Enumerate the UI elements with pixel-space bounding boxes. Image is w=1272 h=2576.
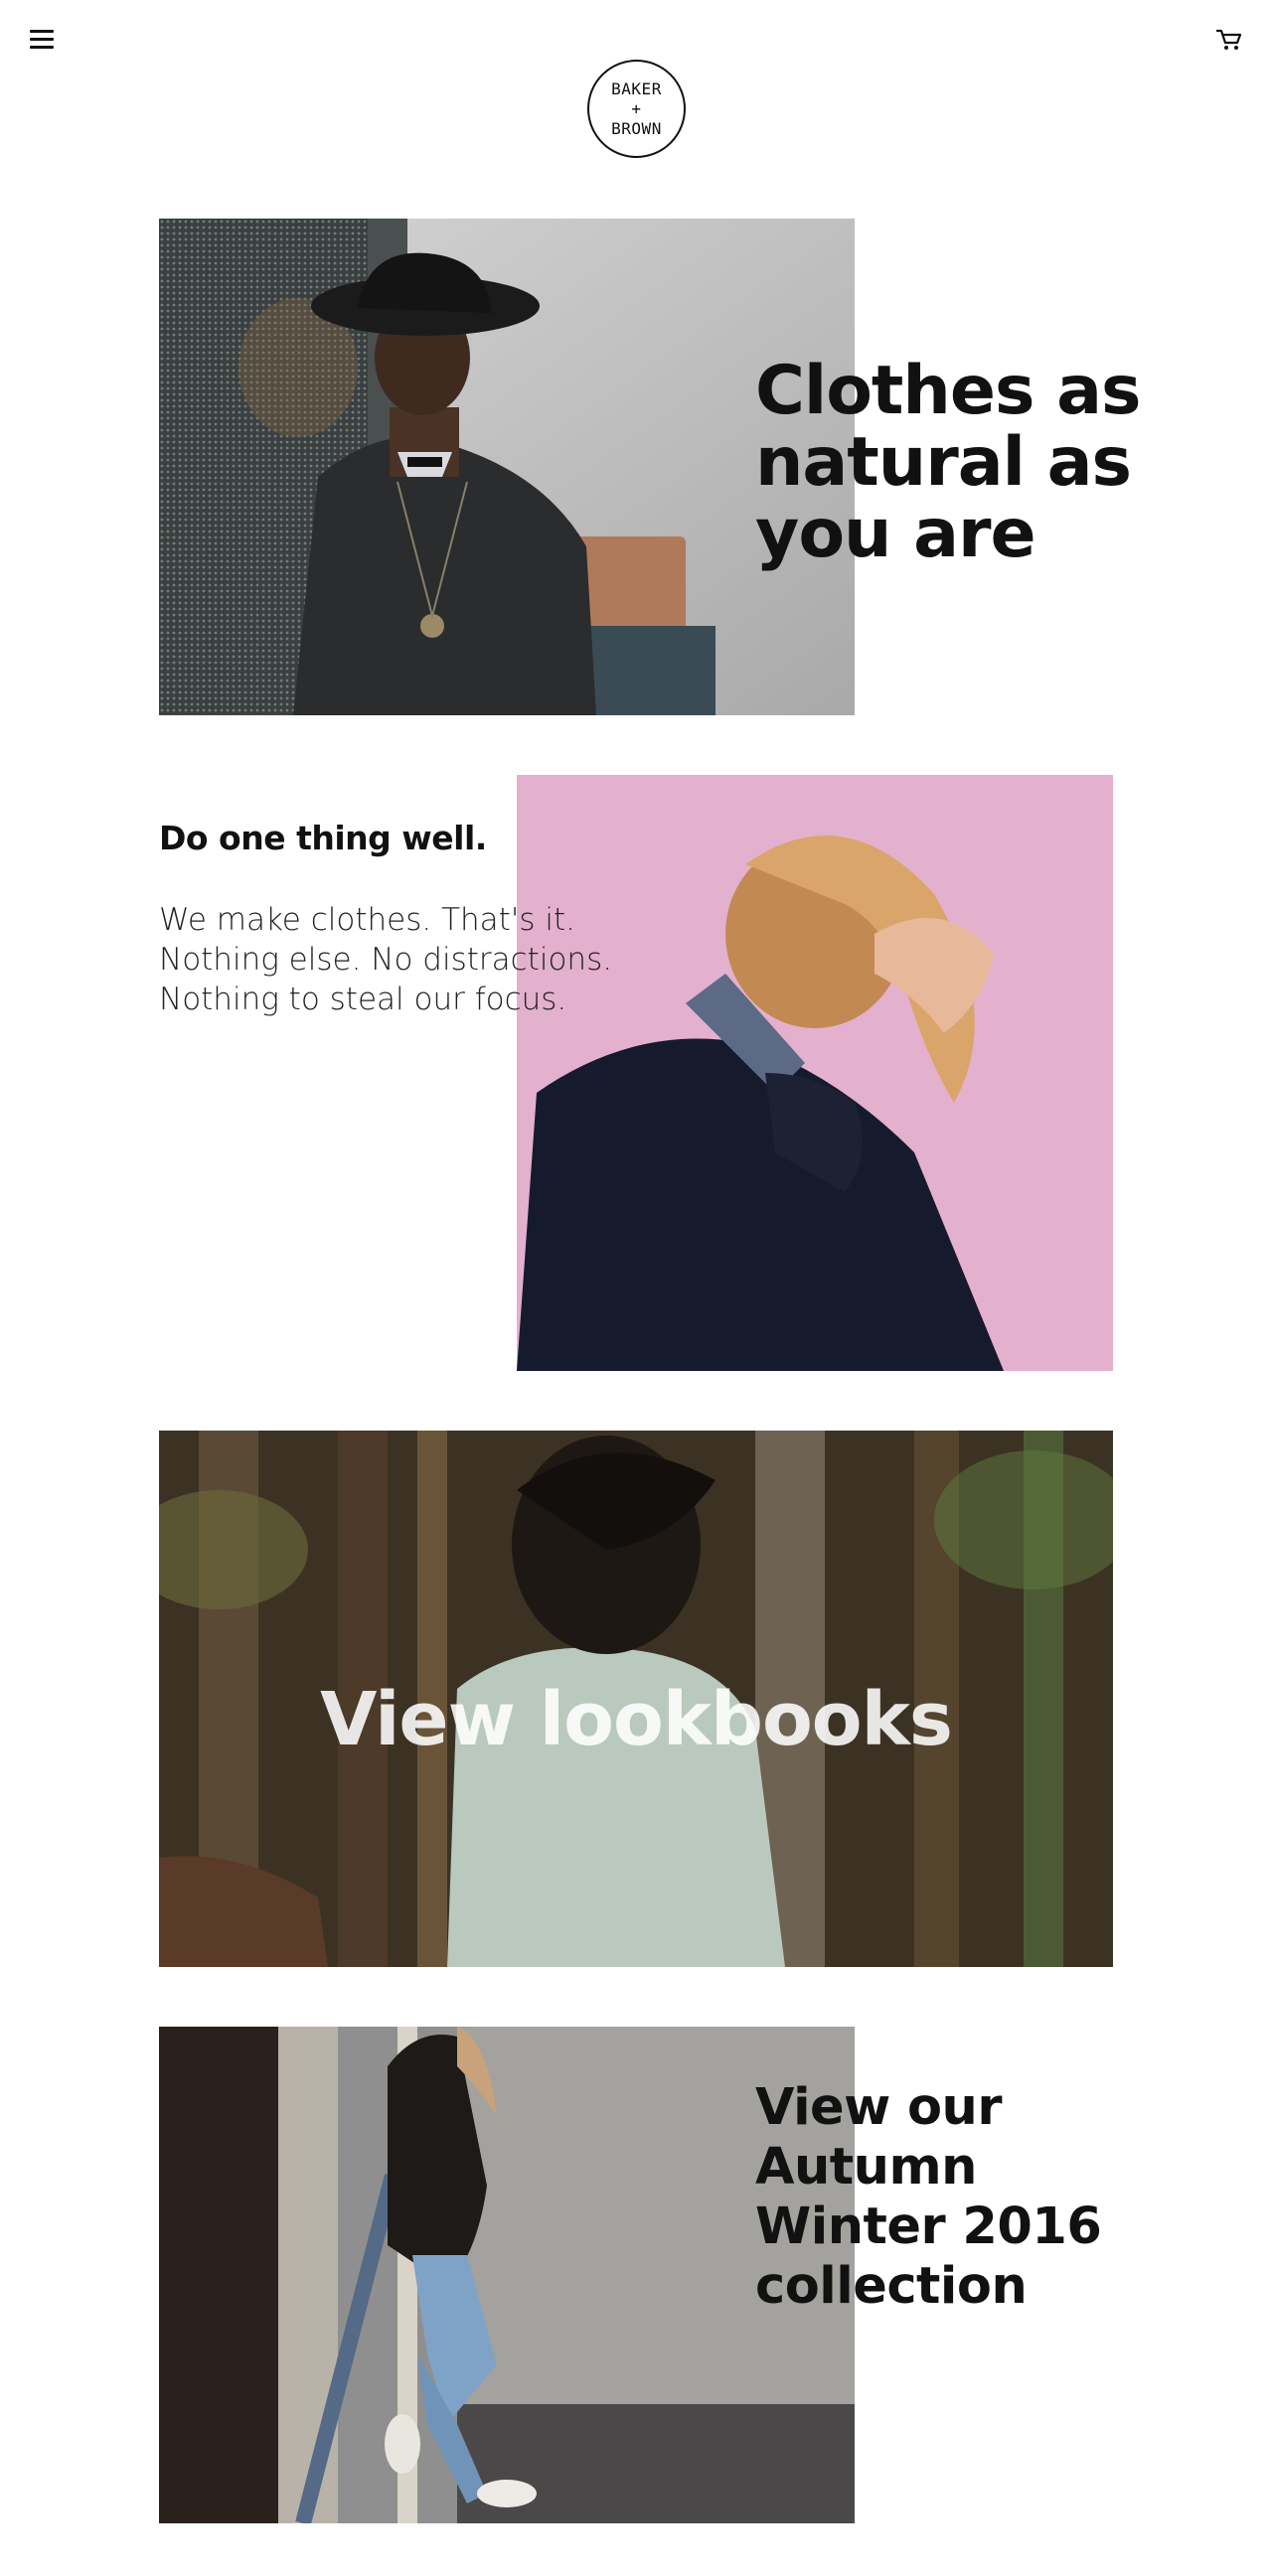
mission-body: We make clothes. That's it. Nothing else… xyxy=(159,900,636,1019)
mission-image xyxy=(517,775,1113,1371)
logo-line-2: + xyxy=(631,98,642,118)
collection-label[interactable]: View our Autumn Winter 2016 collection xyxy=(755,2078,1133,2317)
mission-body-line: Nothing to steal our focus. xyxy=(159,982,567,1017)
hamburger-menu-icon[interactable] xyxy=(30,30,54,50)
brand-logo[interactable]: BAKER + BROWN xyxy=(587,60,686,158)
lookbook-label[interactable]: View lookbooks xyxy=(159,1677,1113,1762)
logo-line-1: BAKER xyxy=(611,78,662,98)
shopping-cart-icon[interactable] xyxy=(1215,28,1242,52)
mission-body-line: Nothing else. No distractions. xyxy=(159,942,613,978)
logo-line-3: BROWN xyxy=(611,118,662,138)
hero-title: Clothes as natural as you are xyxy=(755,352,1141,573)
collection-link[interactable] xyxy=(159,2027,855,2523)
mission-body-line: We make clothes. That's it. xyxy=(159,902,575,938)
hero-image xyxy=(159,219,855,715)
mission-heading: Do one thing well. xyxy=(159,819,487,857)
